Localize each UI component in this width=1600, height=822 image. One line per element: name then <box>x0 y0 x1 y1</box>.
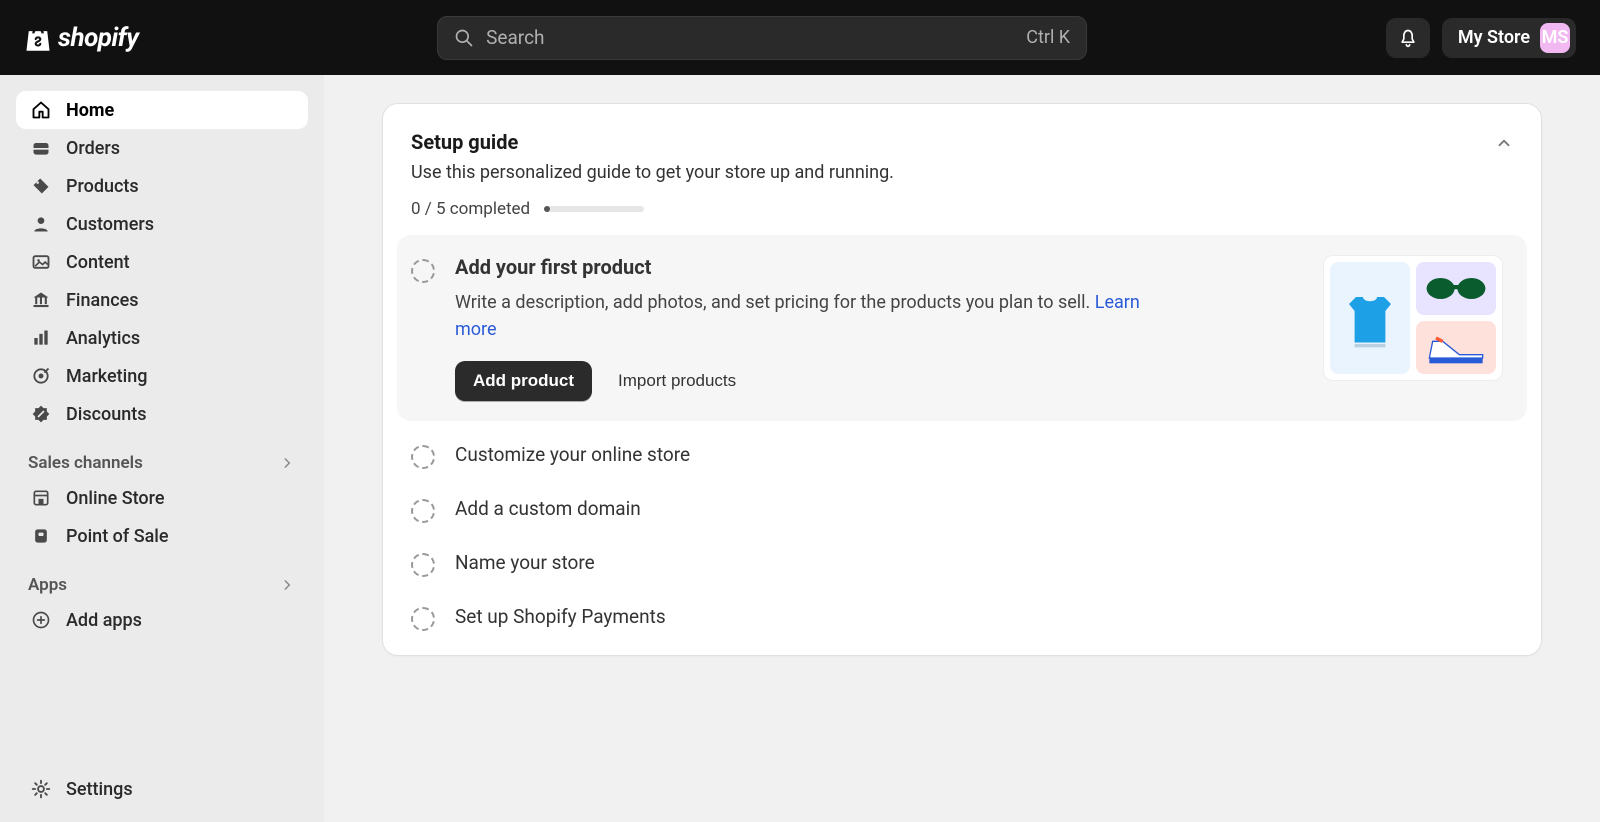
plus-circle-icon <box>30 609 52 631</box>
sidebar-item-content[interactable]: Content <box>16 243 308 281</box>
store-switcher[interactable]: My Store MS <box>1442 18 1576 58</box>
tshirt-icon <box>1330 262 1410 374</box>
task-description: Write a description, add photos, and set… <box>455 289 1175 343</box>
sidebar-item-online-store[interactable]: Online Store <box>16 479 308 517</box>
task-shopify-payments[interactable]: Set up Shopify Payments <box>383 591 1541 645</box>
sidebar-item-add-apps[interactable]: Add apps <box>16 601 308 639</box>
task-title: Add your first product <box>455 255 1303 279</box>
sidebar-item-customers[interactable]: Customers <box>16 205 308 243</box>
task-custom-domain[interactable]: Add a custom domain <box>383 483 1541 537</box>
sidebar-item-label: Customers <box>66 214 154 235</box>
sidebar-item-products[interactable]: Products <box>16 167 308 205</box>
add-product-button[interactable]: Add product <box>455 361 592 401</box>
sidebar-item-label: Content <box>66 252 130 273</box>
sidebar-item-home[interactable]: Home <box>16 91 308 129</box>
chevron-right-icon <box>280 578 294 592</box>
sidebar-item-marketing[interactable]: Marketing <box>16 357 308 395</box>
sidebar-item-label: Settings <box>66 779 133 800</box>
sidebar-item-orders[interactable]: Orders <box>16 129 308 167</box>
store-name: My Store <box>1458 27 1530 48</box>
sidebar-item-discounts[interactable]: Discounts <box>16 395 308 433</box>
pos-icon <box>30 525 52 547</box>
bank-icon <box>30 289 52 311</box>
sidebar-item-analytics[interactable]: Analytics <box>16 319 308 357</box>
sidebar: Home Orders Products Customers Content F… <box>0 75 324 822</box>
shopping-bag-icon <box>24 23 52 53</box>
task-add-product: Add your first product Write a descripti… <box>397 235 1527 421</box>
image-icon <box>30 251 52 273</box>
sidebar-item-label: Discounts <box>66 404 147 425</box>
sidebar-item-label: Point of Sale <box>66 526 169 547</box>
search-placeholder: Search <box>486 26 544 49</box>
task-customize-store[interactable]: Customize your online store <box>383 429 1541 483</box>
discount-icon <box>30 403 52 425</box>
search-shortcut: Ctrl K <box>1026 27 1070 48</box>
chevron-right-icon <box>280 456 294 470</box>
task-status-icon[interactable] <box>411 259 435 283</box>
notifications-button[interactable] <box>1386 18 1430 58</box>
shopify-logo[interactable]: shopify <box>24 23 138 53</box>
chevron-up-icon <box>1495 134 1513 152</box>
chart-icon <box>30 327 52 349</box>
tag-icon <box>30 175 52 197</box>
import-products-button[interactable]: Import products <box>618 371 736 391</box>
setup-subtitle: Use this personalized guide to get your … <box>411 162 894 183</box>
collapse-button[interactable] <box>1495 130 1513 152</box>
setup-title: Setup guide <box>411 130 894 154</box>
top-bar: shopify Search Ctrl K My Store MS <box>0 0 1600 75</box>
sidebar-item-label: Products <box>66 176 139 197</box>
apps-header[interactable]: Apps <box>16 555 308 601</box>
sidebar-item-finances[interactable]: Finances <box>16 281 308 319</box>
progress-bar <box>544 206 644 212</box>
sneaker-icon <box>1416 321 1496 374</box>
sidebar-item-label: Orders <box>66 138 120 159</box>
sales-channels-header[interactable]: Sales channels <box>16 433 308 479</box>
task-title: Set up Shopify Payments <box>455 605 666 628</box>
task-title: Add a custom domain <box>455 497 641 520</box>
search-input[interactable]: Search Ctrl K <box>437 16 1087 60</box>
sidebar-item-label: Online Store <box>66 488 164 509</box>
task-illustration <box>1323 255 1503 381</box>
sidebar-item-label: Analytics <box>66 328 140 349</box>
sidebar-item-label: Finances <box>66 290 139 311</box>
sidebar-item-label: Marketing <box>66 366 147 387</box>
inbox-icon <box>30 137 52 159</box>
gear-icon <box>30 778 52 800</box>
sidebar-item-label: Home <box>66 100 114 121</box>
task-title: Customize your online store <box>455 443 690 466</box>
sidebar-item-settings[interactable]: Settings <box>16 770 308 808</box>
main-content: Setup guide Use this personalized guide … <box>324 75 1600 822</box>
home-icon <box>30 99 52 121</box>
avatar: MS <box>1540 23 1570 53</box>
setup-guide-card: Setup guide Use this personalized guide … <box>382 103 1542 656</box>
person-icon <box>30 213 52 235</box>
task-title: Name your store <box>455 551 595 574</box>
sidebar-item-label: Add apps <box>66 610 142 631</box>
task-status-icon <box>411 499 435 523</box>
task-status-icon <box>411 607 435 631</box>
store-icon <box>30 487 52 509</box>
sidebar-item-pos[interactable]: Point of Sale <box>16 517 308 555</box>
brand-text: shopify <box>58 23 138 53</box>
task-status-icon <box>411 445 435 469</box>
task-name-store[interactable]: Name your store <box>383 537 1541 591</box>
bell-icon <box>1398 28 1418 48</box>
sunglasses-icon <box>1416 262 1496 315</box>
task-status-icon <box>411 553 435 577</box>
target-icon <box>30 365 52 387</box>
progress-text: 0 / 5 completed <box>411 199 530 219</box>
search-icon <box>454 28 474 48</box>
